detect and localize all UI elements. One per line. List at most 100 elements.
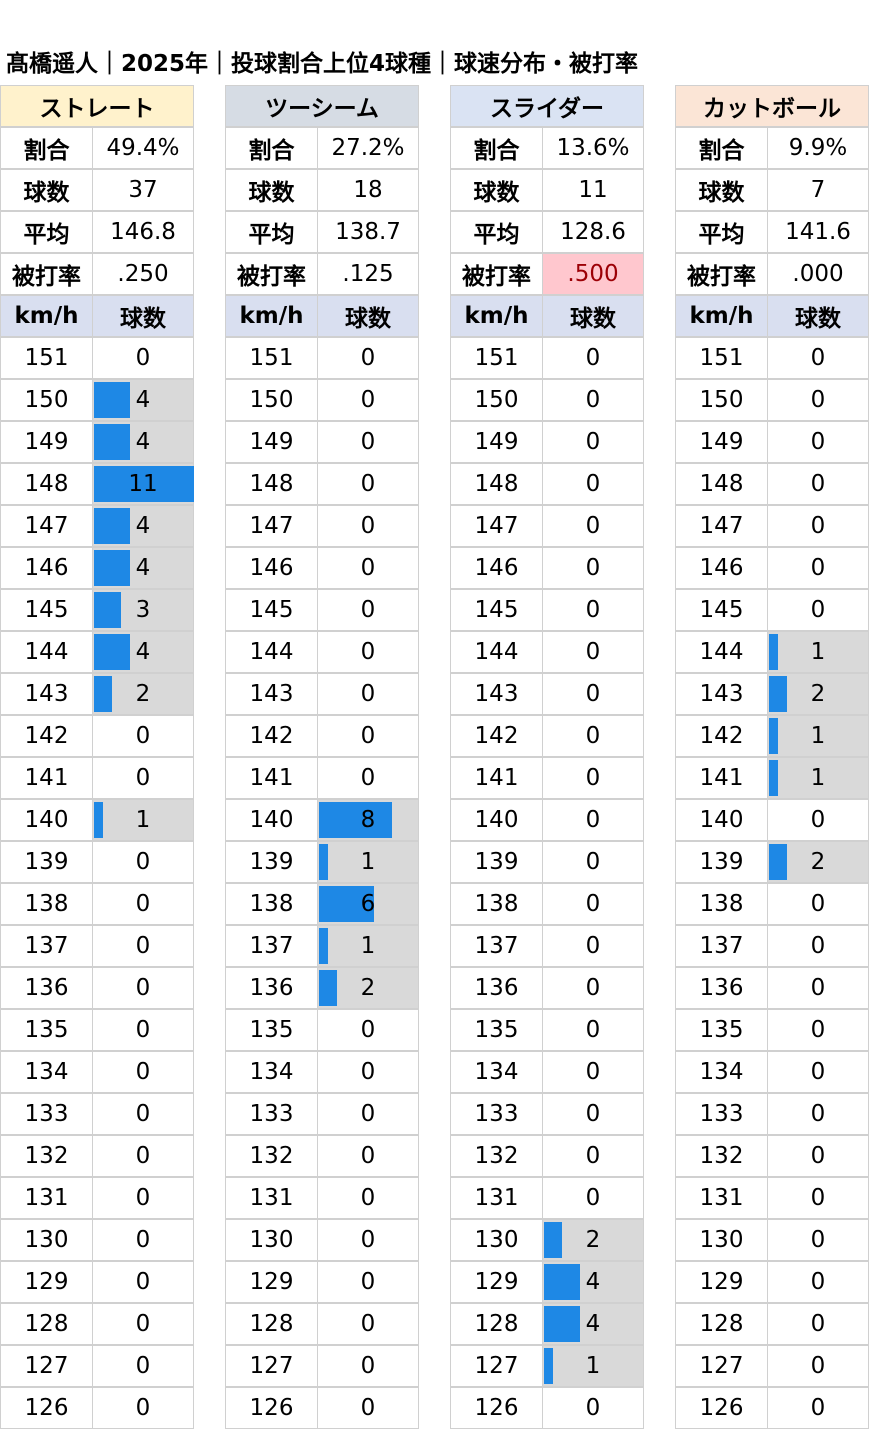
speed-label: 135 [225,1009,318,1051]
count-cell: 4 [92,631,194,673]
count-value: 2 [360,975,376,1001]
count-cell: 2 [92,673,194,715]
stat-ratio: 49.4% [92,127,194,169]
count-cell: 0 [767,799,869,841]
stat-average-speed: 138.7 [317,211,419,253]
speed-label: 148 [0,463,93,505]
count-value: 1 [810,639,826,665]
speed-label: 130 [450,1219,543,1261]
speed-label: 149 [450,421,543,463]
count-cell: 4 [542,1303,644,1345]
count-cell: 1 [767,757,869,799]
stat-batting-average-against: .250 [92,253,194,295]
count-value: 0 [360,681,376,707]
speed-label: 142 [450,715,543,757]
count-cell: 0 [542,337,644,379]
count-value: 0 [810,387,826,413]
speed-label: 147 [0,505,93,547]
count-value: 0 [585,1059,601,1085]
speed-label: 141 [675,757,768,799]
speed-label: 146 [675,547,768,589]
stat-label: 平均 [450,211,543,253]
count-value: 0 [360,1269,376,1295]
count-value: 0 [360,1227,376,1253]
count-value: 0 [585,555,601,581]
count-cell: 4 [92,421,194,463]
count-cell: 2 [542,1219,644,1261]
speed-label: 126 [675,1387,768,1429]
count-value: 3 [135,597,151,623]
speed-label: 142 [0,715,93,757]
speed-label: 131 [675,1177,768,1219]
speed-label: 143 [450,673,543,715]
count-cell: 0 [542,925,644,967]
count-cell: 0 [542,883,644,925]
stat-average-speed: 141.6 [767,211,869,253]
count-value: 0 [360,387,376,413]
count-cell: 0 [767,547,869,589]
speed-label: 126 [0,1387,93,1429]
speed-label: 145 [675,589,768,631]
speed-label: 146 [225,547,318,589]
count-cell: 0 [542,1051,644,1093]
count-value: 0 [810,471,826,497]
count-value: 0 [810,1059,826,1085]
count-value: 4 [135,639,151,665]
count-cell: 0 [317,379,419,421]
count-value: 2 [585,1227,601,1253]
speed-label: 133 [675,1093,768,1135]
speed-label: 140 [225,799,318,841]
count-cell: 0 [317,589,419,631]
count-cell: 0 [317,673,419,715]
speed-label: 137 [450,925,543,967]
count-value: 0 [810,891,826,917]
speed-label: 132 [675,1135,768,1177]
stat-average-speed: 146.8 [92,211,194,253]
speed-label: 138 [450,883,543,925]
stat-label: 球数 [0,169,93,211]
stat-count: 37 [92,169,194,211]
speed-label: 133 [450,1093,543,1135]
count-cell: 0 [317,1303,419,1345]
count-value: 0 [810,555,826,581]
speed-label: 139 [225,841,318,883]
count-value: 0 [585,639,601,665]
count-cell: 0 [542,1093,644,1135]
speed-label: 133 [0,1093,93,1135]
speed-label: 139 [675,841,768,883]
speed-label: 129 [0,1261,93,1303]
speed-column-header: km/h [225,295,318,337]
speed-label: 151 [225,337,318,379]
count-cell: 0 [317,1009,419,1051]
count-cell: 0 [317,715,419,757]
count-value: 0 [585,765,601,791]
count-value: 0 [135,723,151,749]
speed-column-header: km/h [450,295,543,337]
count-cell: 0 [317,1177,419,1219]
count-value: 0 [585,849,601,875]
stat-ratio: 13.6% [542,127,644,169]
count-value: 0 [585,1101,601,1127]
speed-label: 140 [450,799,543,841]
speed-label: 127 [0,1345,93,1387]
stat-batting-average-against: .500 [542,253,644,295]
count-cell: 0 [317,1345,419,1387]
count-cell: 0 [767,1219,869,1261]
count-cell: 0 [92,1051,194,1093]
stat-label: 被打率 [675,253,768,295]
count-cell: 0 [767,1345,869,1387]
count-value: 0 [585,681,601,707]
count-cell: 0 [767,1051,869,1093]
speed-label: 142 [675,715,768,757]
count-value: 0 [135,1143,151,1169]
count-value: 0 [810,1395,826,1421]
speed-label: 132 [225,1135,318,1177]
speed-label: 149 [0,421,93,463]
count-value: 4 [135,387,151,413]
count-value: 1 [810,723,826,749]
count-cell: 0 [542,589,644,631]
count-value: 0 [135,345,151,371]
speed-label: 138 [0,883,93,925]
speed-label: 138 [675,883,768,925]
count-cell: 0 [317,1135,419,1177]
